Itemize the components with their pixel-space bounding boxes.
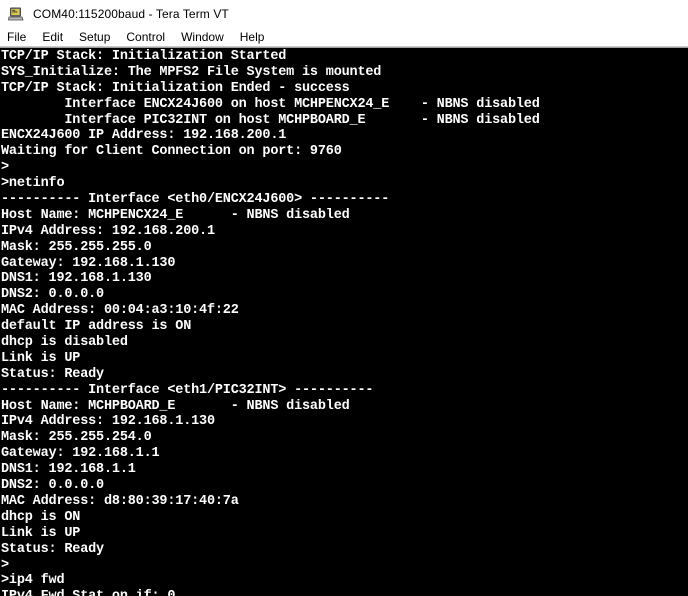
terminal-computer-icon bbox=[8, 6, 24, 22]
terminal-line: > bbox=[1, 160, 9, 176]
terminal-line: default IP address is ON bbox=[1, 319, 192, 335]
tera-term-window: COM40:115200baud - Tera Term VT File Edi… bbox=[0, 0, 688, 596]
terminal-line: Host Name: MCHPENCX24_E - NBNS disabled bbox=[1, 207, 350, 223]
menu-item-edit[interactable]: Edit bbox=[42, 29, 71, 45]
terminal-line: Link is UP bbox=[1, 525, 81, 541]
terminal-line: >netinfo bbox=[1, 176, 65, 192]
terminal-line: IPv4 Fwd Stat on if: 0 bbox=[1, 589, 688, 596]
menu-item-file[interactable]: File bbox=[7, 29, 34, 45]
terminal-line: Gateway: 192.168.1.1 bbox=[1, 446, 160, 462]
menu-item-window[interactable]: Window bbox=[181, 29, 232, 45]
terminal-line: DNS2: 0.0.0.0 bbox=[1, 287, 104, 303]
terminal-line: Host Name: MCHPBOARD_E - NBNS disabled bbox=[1, 398, 350, 414]
window-title: COM40:115200baud - Tera Term VT bbox=[33, 7, 229, 21]
terminal-line: dhcp is ON bbox=[1, 509, 81, 525]
terminal-line: TCP/IP Stack: Initialization Ended - suc… bbox=[1, 80, 350, 96]
terminal-line: MAC Address: d8:80:39:17:40:7a bbox=[1, 493, 239, 509]
menu-item-setup[interactable]: Setup bbox=[79, 29, 118, 45]
terminal-output[interactable]: TCP/IP Stack: Initialization Started SYS_… bbox=[0, 48, 688, 596]
terminal-line: MAC Address: 00:04:a3:10:4f:22 bbox=[1, 303, 239, 319]
terminal-line: Waiting for Client Connection on port: 9… bbox=[1, 144, 342, 160]
terminal-line: dhcp is disabled bbox=[1, 335, 128, 351]
terminal-line: SYS_Initialize: The MPFS2 File System is… bbox=[1, 64, 382, 80]
terminal-line: TCP/IP Stack: Initialization Started bbox=[1, 49, 287, 64]
terminal-line: Mask: 255.255.255.0 bbox=[1, 239, 152, 255]
menu-item-help[interactable]: Help bbox=[240, 29, 273, 45]
title-bar: COM40:115200baud - Tera Term VT bbox=[0, 0, 688, 28]
terminal-line: IPv4 Address: 192.168.200.1 bbox=[1, 223, 215, 239]
terminal-line: IPv4 Address: 192.168.1.130 bbox=[1, 414, 215, 430]
terminal-line: ---------- Interface <eth1/PIC32INT> ---… bbox=[1, 382, 374, 398]
terminal-line: DNS1: 192.168.1.130 bbox=[1, 271, 152, 287]
terminal-line: Mask: 255.255.254.0 bbox=[1, 430, 152, 446]
terminal-line: ---------- Interface <eth0/ENCX24J600> -… bbox=[1, 192, 390, 208]
terminal-line: Gateway: 192.168.1.130 bbox=[1, 255, 176, 271]
terminal-line: Interface ENCX24J600 on host MCHPENCX24_… bbox=[1, 96, 540, 112]
terminal-line: ENCX24J600 IP Address: 192.168.200.1 bbox=[1, 128, 287, 144]
terminal-line: DNS2: 0.0.0.0 bbox=[1, 478, 104, 494]
terminal-line: Link is UP bbox=[1, 350, 81, 366]
menu-item-control[interactable]: Control bbox=[126, 29, 173, 45]
terminal-line: Status: Ready bbox=[1, 366, 104, 382]
terminal-line: Interface PIC32INT on host MCHPBOARD_E -… bbox=[1, 112, 540, 128]
terminal-line: DNS1: 192.168.1.1 bbox=[1, 462, 136, 478]
terminal-line: Status: Ready bbox=[1, 541, 104, 557]
menu-bar: File Edit Setup Control Window Help bbox=[0, 28, 688, 46]
terminal-line: >ip4 fwd bbox=[1, 573, 65, 589]
terminal-line: > bbox=[1, 557, 9, 573]
